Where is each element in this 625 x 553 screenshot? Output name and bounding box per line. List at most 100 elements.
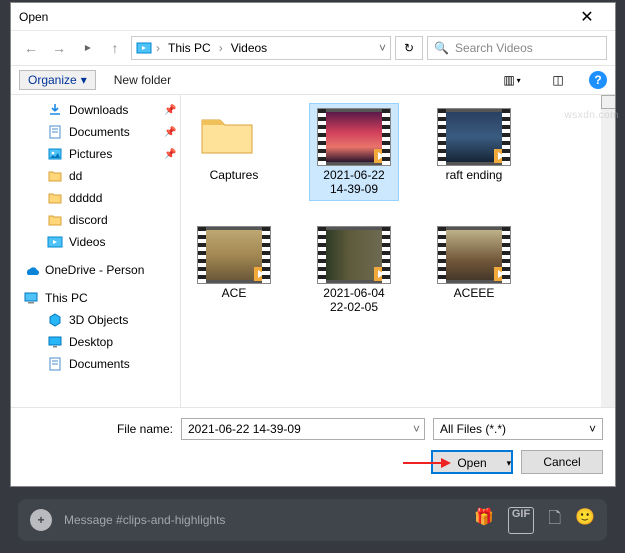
tree-item-label: Documents <box>69 357 158 371</box>
file-type-filter[interactable]: All Files (*.*) ˅ <box>433 418 603 440</box>
up-button[interactable]: ↑ <box>103 40 127 56</box>
video-thumbnail <box>197 226 271 284</box>
filename-label: File name: <box>23 422 173 436</box>
doc-icon <box>47 356 63 372</box>
scrollbar[interactable]: ▲ <box>601 95 615 407</box>
play-badge-icon <box>254 267 268 281</box>
back-button[interactable]: ← <box>19 40 43 56</box>
search-input[interactable]: 🔍 Search Videos <box>427 36 607 60</box>
dialog-body: Downloads📌Documents📌Pictures📌ddddddddisc… <box>11 95 615 407</box>
view-mode-button[interactable]: ▥▾ <box>499 69 525 91</box>
videos-icon <box>136 40 152 56</box>
cancel-button[interactable]: Cancel <box>521 450 603 474</box>
organize-button[interactable]: Organize ▾ <box>19 70 96 90</box>
tree-item[interactable]: OneDrive - Person <box>11 259 180 281</box>
title-bar: Open ✕ <box>11 3 615 31</box>
nav-row: ← → ▾ ↑ › This PC › Videos ˅ ↻ 🔍 Search … <box>11 31 615 65</box>
breadcrumb-videos[interactable]: Videos <box>227 41 271 55</box>
open-label: Open <box>457 456 486 470</box>
tree-item[interactable]: Desktop <box>11 331 180 353</box>
filename-dropdown-icon[interactable]: ˅ <box>413 422 420 436</box>
open-split-icon[interactable]: ▾ <box>507 452 512 474</box>
tree-item[interactable]: Pictures 📌 <box>11 143 180 165</box>
chevron-down-icon: ˅ <box>589 422 596 436</box>
nav-tree[interactable]: Downloads📌Documents📌Pictures📌ddddddddisc… <box>11 95 181 407</box>
folder-icon <box>47 168 63 184</box>
tree-item[interactable]: Videos <box>11 231 180 253</box>
tree-item[interactable]: dd <box>11 165 180 187</box>
folder-icon <box>197 108 271 166</box>
tree-item[interactable]: Documents📌 <box>11 121 180 143</box>
doc-icon <box>47 124 63 140</box>
watermark: wsxdn.com <box>564 110 619 121</box>
gift-icon[interactable]: 🎁 <box>474 507 494 534</box>
pic-icon <box>47 146 63 162</box>
close-icon[interactable]: ✕ <box>567 7 607 27</box>
video-thumbnail <box>317 108 391 166</box>
chevron-down-icon: ▾ <box>81 73 87 87</box>
new-folder-button[interactable]: New folder <box>114 73 171 87</box>
video-item[interactable]: raft ending <box>429 103 519 201</box>
tree-item[interactable]: This PC <box>11 287 180 309</box>
gif-icon[interactable]: GIF <box>508 507 534 534</box>
play-badge-icon <box>494 149 508 163</box>
preview-pane-button[interactable]: ◫ <box>545 69 571 91</box>
tree-item-label: Downloads <box>69 103 158 117</box>
pin-icon: 📌 <box>164 149 174 160</box>
help-button[interactable]: ? <box>589 71 607 89</box>
emoji-icon[interactable]: 🙂 <box>575 507 595 534</box>
video-item[interactable]: ACEEE <box>429 221 519 319</box>
tree-item-label: Desktop <box>69 335 158 349</box>
tree-item[interactable]: discord <box>11 209 180 231</box>
folder-icon <box>47 190 63 206</box>
file-list[interactable]: Captures 2021-06-22 14-39-09 raft ending AC… <box>181 95 615 407</box>
search-placeholder: Search Videos <box>455 41 533 55</box>
recent-dropdown-icon[interactable]: ▾ <box>80 36 94 60</box>
video-thumbnail <box>317 226 391 284</box>
folder-icon <box>47 212 63 228</box>
play-badge-icon <box>374 149 388 163</box>
video-item[interactable]: 2021-06-22 14-39-09 <box>309 103 399 201</box>
chevron-icon: › <box>217 41 225 55</box>
sticker-icon[interactable]: 🗋 <box>548 507 561 534</box>
filename-field[interactable] <box>186 421 413 437</box>
attach-button[interactable]: + <box>30 509 52 531</box>
open-file-dialog: Open ✕ ← → ▾ ↑ › This PC › Videos ˅ ↻ 🔍 … <box>10 2 616 487</box>
message-placeholder[interactable]: Message #clips-and-highlights <box>64 513 462 527</box>
desktop-icon <box>47 334 63 350</box>
chevron-down-icon: ▾ <box>517 76 521 85</box>
refresh-button[interactable]: ↻ <box>395 36 423 60</box>
address-bar[interactable]: › This PC › Videos ˅ <box>131 36 391 60</box>
tree-item-label: 3D Objects <box>69 313 158 327</box>
scroll-up[interactable]: ▲ <box>601 95 615 109</box>
thispc-icon <box>23 290 39 306</box>
breadcrumb-thispc[interactable]: This PC <box>164 41 215 55</box>
tree-item[interactable]: Downloads📌 <box>11 99 180 121</box>
tree-item-label: Videos <box>69 235 158 249</box>
item-label: 2021-06-04 22-02-05 <box>314 286 394 314</box>
tree-item-label: discord <box>69 213 158 227</box>
video-item[interactable]: 2021-06-04 22-02-05 <box>309 221 399 319</box>
address-dropdown-icon[interactable]: ˅ <box>379 41 386 55</box>
forward-button[interactable]: → <box>47 40 71 56</box>
item-label: ACEEE <box>454 286 495 300</box>
download-icon <box>47 102 63 118</box>
folder-item[interactable]: Captures <box>189 103 279 201</box>
tree-item[interactable]: 3D Objects <box>11 309 180 331</box>
search-icon: 🔍 <box>434 41 449 55</box>
item-label: 2021-06-22 14-39-09 <box>314 168 394 196</box>
tree-item[interactable]: ddddd <box>11 187 180 209</box>
video-item[interactable]: ACE <box>189 221 279 319</box>
tree-item-label: dd <box>69 169 158 183</box>
discord-message-bar: + Message #clips-and-highlights 🎁 GIF 🗋 … <box>18 499 607 541</box>
video-icon <box>47 234 63 250</box>
tree-item-label: Documents <box>69 125 158 139</box>
play-badge-icon <box>494 267 508 281</box>
item-label: raft ending <box>446 168 503 182</box>
tree-item-label: This PC <box>45 291 158 305</box>
view-icon: ▥ <box>503 73 514 87</box>
filename-input[interactable]: ˅ <box>181 418 425 440</box>
annotation-arrow <box>403 462 443 464</box>
tree-item[interactable]: Documents <box>11 353 180 375</box>
tree-item-label: Pictures <box>69 147 158 161</box>
